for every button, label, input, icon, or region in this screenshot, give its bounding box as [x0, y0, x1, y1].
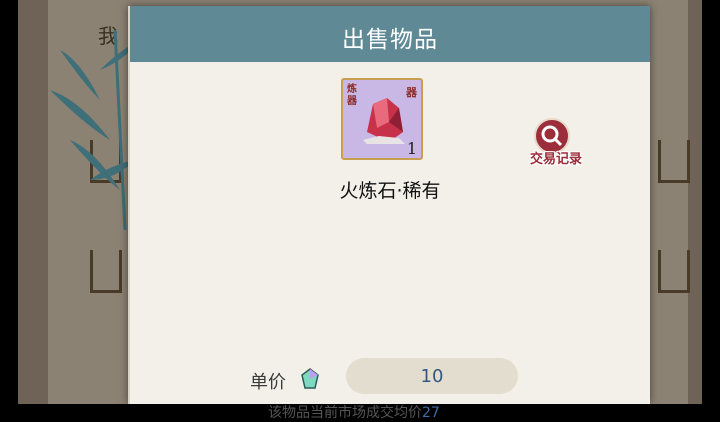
shelf-decoration [658, 250, 690, 293]
dialog-header: 出售物品 [130, 6, 650, 62]
gem-icon [301, 368, 319, 389]
price-input[interactable]: 10 [346, 358, 518, 394]
sell-item-dialog: 出售物品 炼器 器 1 火炼石·稀有 交易记录 单价 10 该物品当前市场成交均… [128, 6, 650, 421]
trade-record-label: 交易记录 [529, 152, 582, 167]
hint-value: 27 [422, 405, 440, 421]
market-price-hint: 该物品当前市场成交均价27 [268, 402, 440, 422]
shelf-decoration [90, 250, 122, 293]
hint-text: 该物品当前市场成交均价 [268, 405, 422, 421]
item-tag-right: 器 [406, 86, 417, 99]
price-value: 10 [420, 366, 444, 387]
dialog-title: 出售物品 [342, 27, 438, 53]
trade-record-button[interactable]: 交易记录 [516, 118, 596, 182]
item-count: 1 [406, 139, 417, 158]
fire-stone-icon [363, 98, 405, 144]
item-icon-frame[interactable]: 炼器 器 1 [341, 78, 423, 160]
shelf-decoration [658, 140, 690, 183]
price-label: 单价 [250, 372, 286, 393]
